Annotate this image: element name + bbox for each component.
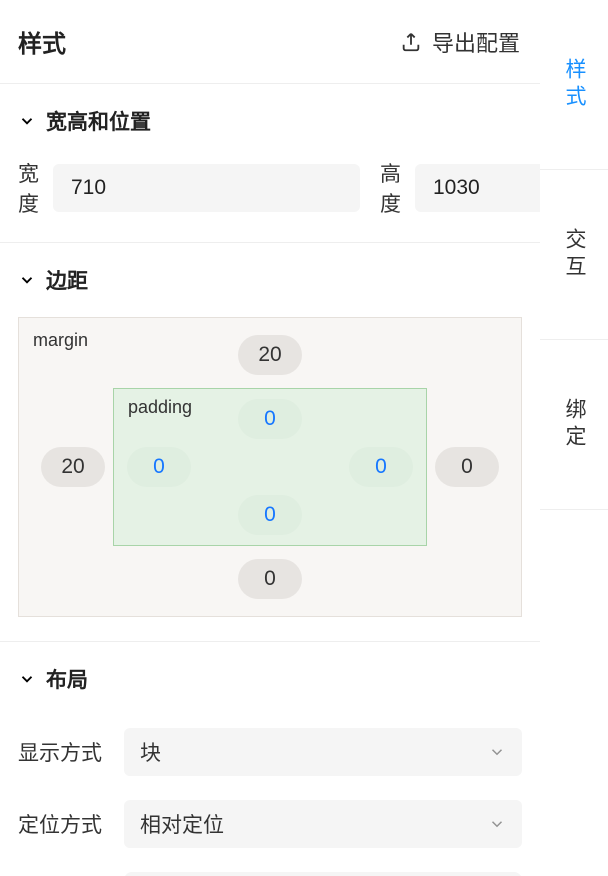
display-value: 块 bbox=[140, 737, 161, 767]
margin-top-input[interactable]: 20 bbox=[238, 335, 302, 375]
chevron-down-icon bbox=[18, 670, 36, 688]
position-row: 定位方式 相对定位 bbox=[0, 788, 540, 860]
display-row: 显示方式 块 bbox=[0, 716, 540, 788]
chevron-down-icon bbox=[488, 743, 506, 761]
tab-binding[interactable]: 绑定 bbox=[540, 340, 608, 510]
box-model-editor: margin 20 20 padding 0 0 0 bbox=[18, 317, 522, 617]
section-title-spacing: 边距 bbox=[46, 265, 88, 295]
position-value: 相对定位 bbox=[140, 809, 224, 839]
padding-right-input[interactable]: 0 bbox=[349, 447, 413, 487]
margin-right-input[interactable]: 0 bbox=[435, 447, 499, 487]
tab-interaction[interactable]: 交互 bbox=[540, 170, 608, 340]
margin-label: margin bbox=[33, 330, 88, 351]
chevron-down-icon bbox=[488, 815, 506, 833]
height-item: 高度 bbox=[380, 158, 540, 218]
padding-box: padding 0 0 0 0 bbox=[113, 388, 427, 546]
section-title-layout: 布局 bbox=[46, 664, 88, 694]
section-title-size: 宽高和位置 bbox=[46, 106, 151, 136]
padding-label: padding bbox=[128, 397, 192, 418]
display-label: 显示方式 bbox=[18, 737, 110, 767]
size-row: 宽度 高度 bbox=[0, 158, 540, 242]
export-icon bbox=[400, 31, 422, 53]
section-size-position: 宽高和位置 宽度 高度 bbox=[0, 83, 540, 242]
position-label: 定位方式 bbox=[18, 809, 110, 839]
chevron-down-icon bbox=[18, 271, 36, 289]
export-label: 导出配置 bbox=[432, 26, 520, 58]
section-header-layout[interactable]: 布局 bbox=[0, 642, 540, 716]
export-config-button[interactable]: 导出配置 bbox=[400, 26, 520, 58]
width-label: 宽度 bbox=[18, 158, 39, 218]
display-select[interactable]: 块 bbox=[124, 728, 522, 776]
padding-bottom-input[interactable]: 0 bbox=[238, 495, 302, 535]
section-header-spacing[interactable]: 边距 bbox=[0, 243, 540, 317]
section-spacing: 边距 margin 20 20 padding 0 0 0 bbox=[0, 242, 540, 617]
section-header-size[interactable]: 宽高和位置 bbox=[0, 84, 540, 158]
padding-left-input[interactable]: 0 bbox=[127, 447, 191, 487]
tab-style[interactable]: 样式 bbox=[540, 0, 608, 170]
margin-bottom-input[interactable]: 0 bbox=[238, 559, 302, 599]
overflow-row: 元素超出 bbox=[0, 860, 540, 876]
panel-title: 样式 bbox=[18, 24, 66, 59]
margin-left-input[interactable]: 20 bbox=[41, 447, 105, 487]
padding-top-input[interactable]: 0 bbox=[238, 399, 302, 439]
height-label: 高度 bbox=[380, 158, 401, 218]
section-layout: 布局 显示方式 块 定位方式 相对定位 元素超出 bbox=[0, 641, 540, 876]
width-input[interactable] bbox=[53, 164, 360, 212]
chevron-down-icon bbox=[18, 112, 36, 130]
position-select[interactable]: 相对定位 bbox=[124, 800, 522, 848]
panel-header: 样式 导出配置 bbox=[0, 0, 540, 83]
height-input[interactable] bbox=[415, 164, 540, 212]
width-item: 宽度 bbox=[18, 158, 360, 218]
side-tabs: 样式 交互 绑定 bbox=[540, 0, 608, 876]
overflow-options bbox=[124, 872, 522, 876]
style-panel: 样式 导出配置 宽高和位置 宽度 高度 边距 marg bbox=[0, 0, 540, 876]
